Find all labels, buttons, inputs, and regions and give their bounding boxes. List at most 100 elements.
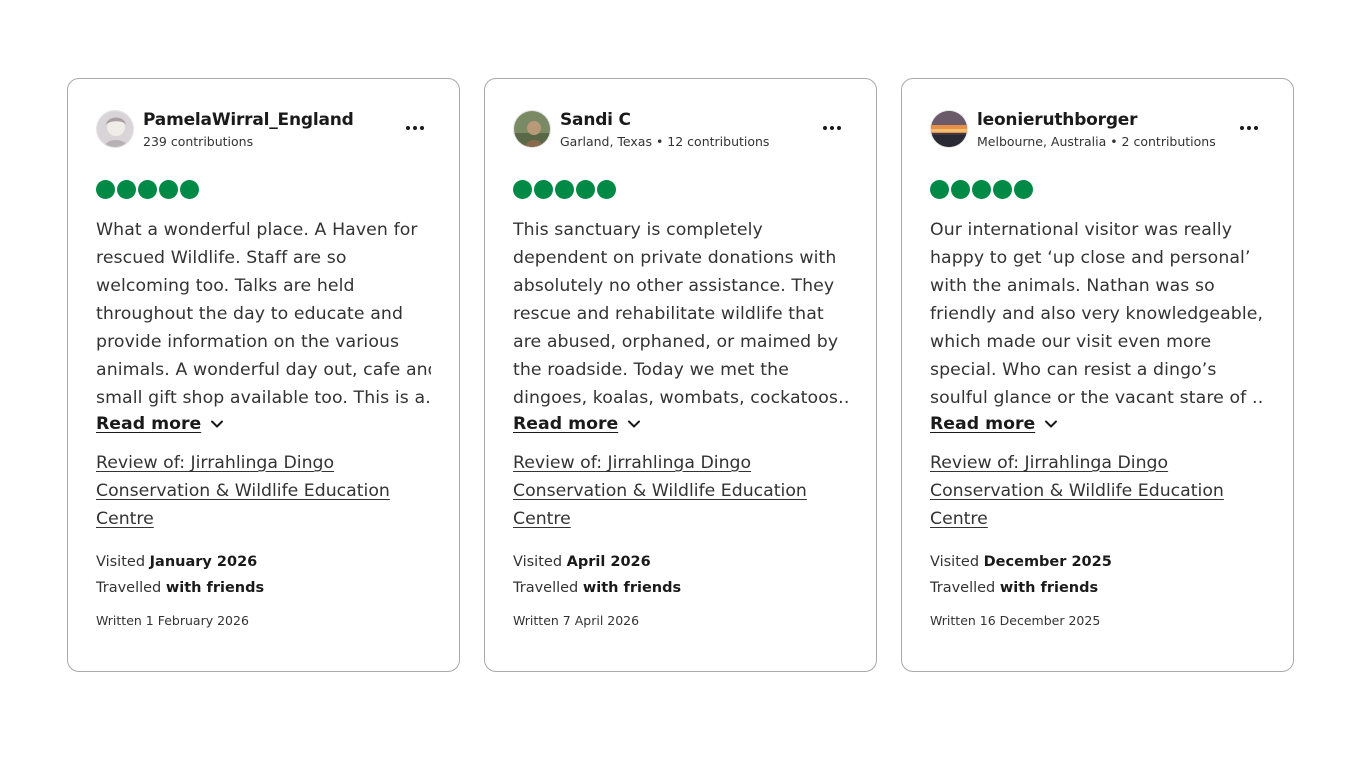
review-card: Sandi C Garland, Texas • 12 contribution… xyxy=(484,78,877,672)
review-of-line: Review of: Jirrahlinga Dingo xyxy=(930,453,1169,473)
rating-bubble-icon xyxy=(972,180,991,199)
review-of-line: Review of: Jirrahlinga Dingo xyxy=(96,453,335,473)
review-text-line: What a wonderful place. A Haven for xyxy=(96,220,418,240)
review-of-line: Centre xyxy=(930,509,988,529)
more-options-icon[interactable] xyxy=(401,118,429,138)
visited-date: December 2025 xyxy=(983,554,1112,570)
read-more-label: Read more xyxy=(513,414,619,434)
travelled-row: Travelled with friends xyxy=(96,575,431,601)
review-text-line: friendly and also very knowledgeable, xyxy=(930,304,1264,324)
chevron-down-icon xyxy=(628,420,641,428)
read-more-button[interactable]: Read more xyxy=(930,411,1059,437)
visited-label: Visited xyxy=(513,554,563,570)
rating-bubbles xyxy=(513,180,848,200)
review-cards-row: PamelaWirral_England 239 contributions W… xyxy=(67,78,1294,672)
rating-bubble-icon xyxy=(930,180,949,199)
review-text-line: special. Who can resist a dingo’s xyxy=(930,360,1217,380)
visit-info: Visited January 2026 Travelled with frie… xyxy=(96,549,431,601)
review-of-line: Conservation & Wildlife Education xyxy=(930,481,1224,501)
rating-bubble-icon xyxy=(117,180,136,199)
rating-bubble-icon xyxy=(555,180,574,199)
chevron-down-icon xyxy=(211,420,224,428)
visited-date: January 2026 xyxy=(149,554,258,570)
visited-row: Visited December 2025 xyxy=(930,549,1265,575)
review-text-line: dependent on private donations with xyxy=(513,248,837,268)
review-text-line: welcoming too. Talks are held xyxy=(96,276,355,296)
review-header: Sandi C Garland, Texas • 12 contribution… xyxy=(513,110,848,156)
rating-bubble-icon xyxy=(534,180,553,199)
read-more-button[interactable]: Read more xyxy=(96,411,225,437)
user-info: Sandi C Garland, Texas • 12 contribution… xyxy=(560,110,818,150)
rating-bubble-icon xyxy=(180,180,199,199)
rating-bubbles xyxy=(930,180,1265,200)
visited-row: Visited January 2026 xyxy=(96,549,431,575)
rating-bubble-icon xyxy=(513,180,532,199)
rating-bubble-icon xyxy=(138,180,157,199)
read-more-label: Read more xyxy=(930,414,1036,434)
more-options-icon[interactable] xyxy=(1235,118,1263,138)
review-card: leonieruthborger Melbourne, Australia • … xyxy=(901,78,1294,672)
read-more-button[interactable]: Read more xyxy=(513,411,642,437)
travelled-row: Travelled with friends xyxy=(513,575,848,601)
user-meta: Melbourne, Australia • 2 contributions xyxy=(977,134,1216,149)
review-text-line: which made our visit even more xyxy=(930,332,1212,352)
review-of-line: Conservation & Wildlife Education xyxy=(96,481,390,501)
review-text-line: are abused, orphaned, or maimed by xyxy=(513,332,839,352)
travelled-label: Travelled xyxy=(96,580,162,596)
written-date: Written 16 December 2025 xyxy=(930,613,1101,628)
review-header: leonieruthborger Melbourne, Australia • … xyxy=(930,110,1265,156)
review-of-line: Conservation & Wildlife Education xyxy=(513,481,807,501)
travelled-with: with friends xyxy=(999,580,1099,596)
avatar[interactable] xyxy=(96,110,134,148)
chevron-down-icon xyxy=(1045,420,1058,428)
user-name[interactable]: PamelaWirral_England xyxy=(143,110,401,130)
travelled-with: with friends xyxy=(165,580,265,596)
avatar[interactable] xyxy=(930,110,968,148)
review-text-line: This sanctuary is completely xyxy=(513,220,763,240)
review-text-line: absolutely no other assistance. They xyxy=(513,276,835,296)
review-text: What a wonderful place. A Haven for resc… xyxy=(96,216,431,412)
review-text-line: rescued Wildlife. Staff are so xyxy=(96,248,347,268)
travelled-with: with friends xyxy=(582,580,682,596)
rating-bubble-icon xyxy=(993,180,1012,199)
user-meta: 239 contributions xyxy=(143,134,254,149)
travelled-label: Travelled xyxy=(930,580,996,596)
review-text-line: small gift shop available too. This is a… xyxy=(96,388,431,408)
read-more-label: Read more xyxy=(96,414,202,434)
avatar[interactable] xyxy=(513,110,551,148)
review-text: Our international visitor was really hap… xyxy=(930,216,1265,412)
visited-row: Visited April 2026 xyxy=(513,549,848,575)
rating-bubble-icon xyxy=(597,180,616,199)
review-of-line: Centre xyxy=(513,509,571,529)
user-meta: Garland, Texas • 12 contributions xyxy=(560,134,770,149)
visit-info: Visited April 2026 Travelled with friend… xyxy=(513,549,848,601)
user-name[interactable]: leonieruthborger xyxy=(977,110,1235,130)
review-text-line: Our international visitor was really xyxy=(930,220,1233,240)
more-options-icon[interactable] xyxy=(818,118,846,138)
visited-label: Visited xyxy=(96,554,146,570)
review-text-line: dingoes, koalas, wombats, cockatoos… xyxy=(513,388,848,408)
rating-bubble-icon xyxy=(951,180,970,199)
travelled-row: Travelled with friends xyxy=(930,575,1265,601)
review-header: PamelaWirral_England 239 contributions xyxy=(96,110,431,156)
visited-date: April 2026 xyxy=(566,554,651,570)
visit-info: Visited December 2025 Travelled with fri… xyxy=(930,549,1265,601)
review-text-line: provide information on the various xyxy=(96,332,400,352)
user-name[interactable]: Sandi C xyxy=(560,110,818,130)
review-of-link[interactable]: Review of: Jirrahlinga Dingo Conservatio… xyxy=(930,449,1230,533)
user-info: PamelaWirral_England 239 contributions xyxy=(143,110,401,150)
review-of-line: Review of: Jirrahlinga Dingo xyxy=(513,453,752,473)
user-info: leonieruthborger Melbourne, Australia • … xyxy=(977,110,1235,150)
review-text-line: throughout the day to educate and xyxy=(96,304,404,324)
rating-bubble-icon xyxy=(576,180,595,199)
written-date: Written 1 February 2026 xyxy=(96,613,249,628)
rating-bubble-icon xyxy=(1014,180,1033,199)
review-of-link[interactable]: Review of: Jirrahlinga Dingo Conservatio… xyxy=(96,449,396,533)
rating-bubble-icon xyxy=(159,180,178,199)
travelled-label: Travelled xyxy=(513,580,579,596)
review-text-line: animals. A wonderful day out, cafe and xyxy=(96,360,431,380)
review-text-line: happy to get ‘up close and personal’ xyxy=(930,248,1251,268)
visited-label: Visited xyxy=(930,554,980,570)
review-text-line: the roadside. Today we met the xyxy=(513,360,789,380)
review-of-link[interactable]: Review of: Jirrahlinga Dingo Conservatio… xyxy=(513,449,813,533)
